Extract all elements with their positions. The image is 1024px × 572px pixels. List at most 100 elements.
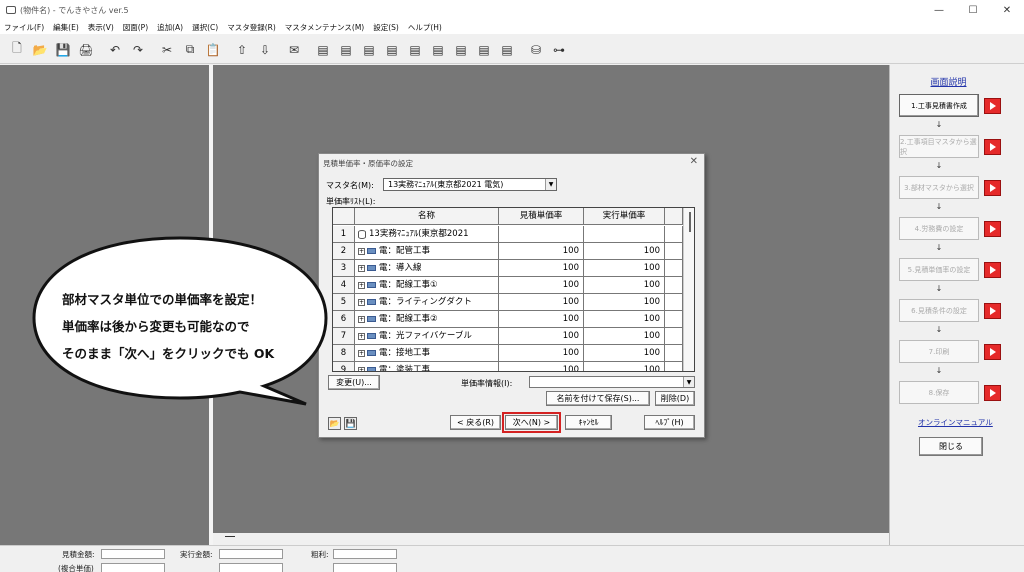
empty-cell: [665, 260, 683, 277]
help-panel-title[interactable]: 画面説明: [890, 75, 1007, 88]
menu-item-2[interactable]: 表示(V): [88, 22, 114, 33]
minimize-button[interactable]: —: [922, 0, 956, 20]
step-button-8[interactable]: 8.保存: [899, 381, 979, 404]
doc8-icon[interactable]: ▤: [473, 39, 495, 61]
change-button[interactable]: 変更(U)...: [328, 375, 380, 390]
composite-unit-field: [101, 563, 165, 572]
step-button-5[interactable]: 5.見積単価率の設定: [899, 258, 979, 281]
row-number: 9: [333, 362, 355, 371]
scrollbar-thumb[interactable]: [689, 212, 691, 232]
estimate-rate-cell: 100: [499, 345, 584, 362]
save-as-button[interactable]: 名前を付けて保存(S)...: [546, 391, 650, 406]
doc5-icon[interactable]: ▤: [404, 39, 426, 61]
move-up-icon[interactable]: ⇧: [231, 39, 253, 61]
online-manual-link[interactable]: オンラインマニュアル: [918, 417, 993, 428]
chevron-down-icon[interactable]: ▼: [683, 377, 694, 387]
copy-icon[interactable]: ⧉: [179, 39, 201, 61]
play-icon[interactable]: [984, 262, 1001, 278]
doc7-icon[interactable]: ▤: [450, 39, 472, 61]
composite-unit-label: (複合単価): [58, 564, 94, 572]
play-icon[interactable]: [984, 344, 1001, 360]
save-icon[interactable]: 💾: [52, 39, 74, 61]
dialog-close-icon[interactable]: ✕: [690, 156, 698, 167]
close-panel-button[interactable]: 閉じる: [919, 437, 983, 456]
step-button-2[interactable]: 2.工事項目マスタから選択: [899, 135, 979, 158]
grid-vertical-scrollbar[interactable]: [683, 208, 694, 371]
maximize-button[interactable]: ☐: [956, 0, 990, 20]
gross-profit-field: [333, 549, 397, 559]
doc9-icon[interactable]: ▤: [496, 39, 518, 61]
column-header-1: 見積単価率: [499, 208, 584, 225]
rate-list-grid[interactable]: 100 100 + 電：塗装工事 9 100 100 + 電：接地工事 8 100 100 + 電：光ファ…: [332, 207, 695, 372]
row-name-label: 電：光ファイバケーブル: [379, 331, 472, 341]
close-window-button[interactable]: ✕: [990, 0, 1024, 20]
move-down-icon[interactable]: ⇩: [254, 39, 276, 61]
doc2-icon[interactable]: ▤: [335, 39, 357, 61]
open-folder-icon[interactable]: 📂: [29, 39, 51, 61]
menu-item-1[interactable]: 編集(E): [53, 22, 79, 33]
estimate-rate-cell: 100: [499, 277, 584, 294]
cut-icon[interactable]: ✂: [156, 39, 178, 61]
column-header-2: 実行単価率: [584, 208, 665, 225]
menu-item-6[interactable]: マスタ登録(R): [227, 22, 276, 33]
new-file-icon[interactable]: 🗋: [6, 39, 28, 61]
next-button[interactable]: 次へ(N) >: [502, 412, 561, 433]
chevron-down-icon[interactable]: ▼: [545, 179, 556, 190]
status-bar: 見積金額: 実行金額: 粗利: (複合単価): [0, 545, 1024, 572]
empty-cell: [665, 328, 683, 345]
menu-item-4[interactable]: 追加(A): [157, 22, 183, 33]
app-icon: [6, 6, 16, 14]
window-controls: — ☐ ✕: [922, 0, 1024, 20]
undo-icon[interactable]: ↶: [104, 39, 126, 61]
menu-item-5[interactable]: 選択(C): [192, 22, 218, 33]
callout-line-2: 単価率は後から変更も可能なので: [62, 319, 250, 334]
play-icon[interactable]: [984, 98, 1001, 114]
execution-rate-cell: 100: [584, 311, 665, 328]
help-button[interactable]: ﾍﾙﾌﾟ(H): [644, 415, 695, 430]
play-icon[interactable]: [984, 221, 1001, 237]
menu-bar: ファイル(F) 編集(E) 表示(V) 図面(P) 追加(A) 選択(C) マスタ登録(R)…: [0, 20, 1024, 34]
rate-info-select[interactable]: ▼: [529, 376, 695, 388]
menu-item-0[interactable]: ファイル(F): [4, 22, 44, 33]
table-row-name: 13実務ﾏﾆｭｱﾙ(東京都2021: [355, 226, 499, 243]
down-arrow-icon: ↓: [935, 161, 943, 170]
row-name-label: 電：ライティングダクト: [379, 297, 472, 307]
doc3-icon[interactable]: ▤: [358, 39, 380, 61]
menu-item-8[interactable]: 設定(S): [373, 22, 399, 33]
play-icon[interactable]: [984, 180, 1001, 196]
redo-icon[interactable]: ↷: [127, 39, 149, 61]
doc1-icon[interactable]: ▤: [312, 39, 334, 61]
database-icon[interactable]: ⛁: [525, 39, 547, 61]
play-icon[interactable]: [984, 303, 1001, 319]
execution-amount-label: 実行金額:: [180, 550, 213, 559]
report-icon[interactable]: ✉: [283, 39, 305, 61]
print-icon[interactable]: 🖨: [75, 39, 97, 61]
connect-icon[interactable]: ⊶: [548, 39, 570, 61]
callout-line-3: そのまま「次へ」をクリックでも OK: [62, 346, 275, 361]
table-row-name: + 電：配管工事: [355, 243, 499, 260]
paste-icon[interactable]: 📋: [202, 39, 224, 61]
step-button-1[interactable]: 1.工事見積書作成: [899, 94, 979, 117]
doc4-icon[interactable]: ▤: [381, 39, 403, 61]
window-title: (物件名) - でんきやさん ver.5: [20, 5, 129, 15]
doc6-icon[interactable]: ▤: [427, 39, 449, 61]
play-icon[interactable]: [984, 385, 1001, 401]
play-icon[interactable]: [984, 139, 1001, 155]
menu-item-7[interactable]: マスタメンテナンス(M): [285, 22, 364, 33]
master-name-select[interactable]: 13実務ﾏﾆｭｱﾙ(東京都2021 電気) ▼: [383, 178, 557, 191]
rate-info-label: 単価率情報(I):: [461, 379, 513, 388]
empty-cell: [665, 277, 683, 294]
cancel-button[interactable]: ｷｬﾝｾﾙ: [565, 415, 612, 430]
step-button-7[interactable]: 7.印刷: [899, 340, 979, 363]
delete-button[interactable]: 削除(D): [655, 391, 695, 406]
open-folder-icon[interactable]: 📂: [328, 417, 341, 430]
row-name-label: 13実務ﾏﾆｭｱﾙ(東京都2021: [369, 229, 469, 239]
step-button-3[interactable]: 3.部材マスタから選択: [899, 176, 979, 199]
step-button-4[interactable]: 4.労務費の設定: [899, 217, 979, 240]
menu-item-9[interactable]: ヘルプ(H): [408, 22, 442, 33]
back-button[interactable]: < 戻る(R): [450, 415, 501, 430]
menu-item-3[interactable]: 図面(P): [123, 22, 148, 33]
row-number: 4: [333, 277, 355, 294]
step-button-6[interactable]: 6.見積条件の設定: [899, 299, 979, 322]
save-icon[interactable]: 💾: [344, 417, 357, 430]
